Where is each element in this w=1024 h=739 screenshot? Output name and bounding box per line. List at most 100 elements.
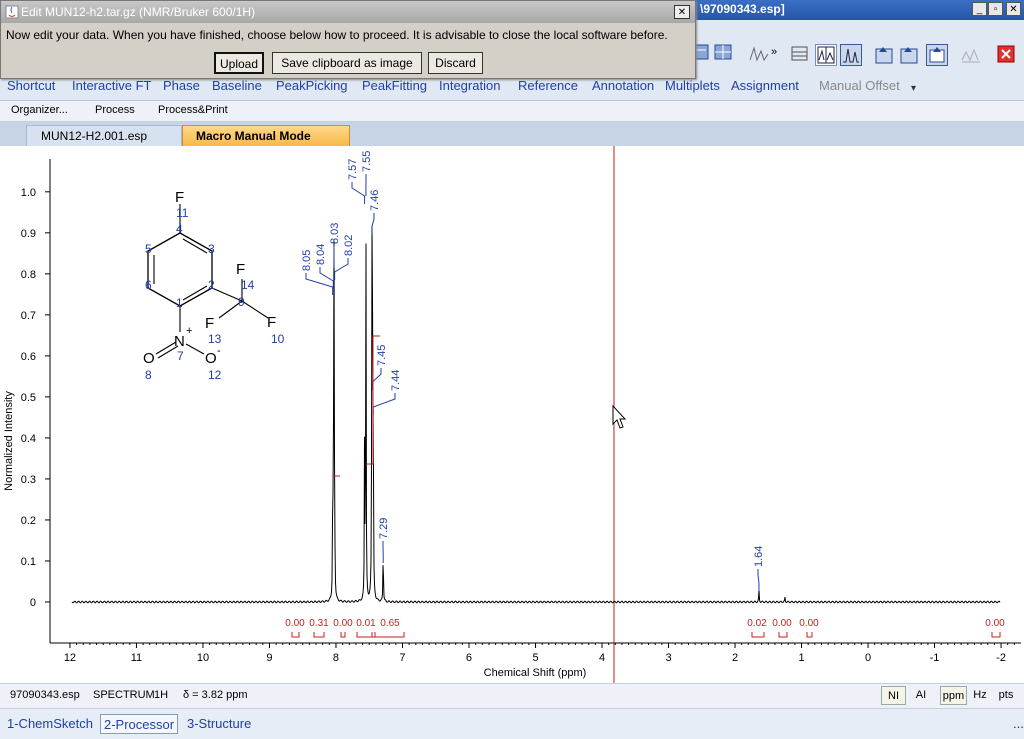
task-structure[interactable]: 3-Structure <box>184 714 254 734</box>
menu-annotation[interactable]: Annotation <box>592 78 654 93</box>
atom-number: 2 <box>208 278 215 292</box>
hz-toggle[interactable]: Hz <box>970 686 990 705</box>
integral-value: 0.31 <box>309 618 329 629</box>
tab-document[interactable]: MUN12-H2.001.esp <box>26 125 182 146</box>
maximize-button[interactable]: ▫ <box>988 2 1003 16</box>
molecule-structure: F 11 4 3 5 6 2 1 F 14 9 F F 13 10 N + 7 … <box>143 189 285 382</box>
menu-integration[interactable]: Integration <box>439 78 500 93</box>
disabled-tool-icon <box>960 44 982 66</box>
peak-label: 7.45 <box>376 345 388 366</box>
integral-value: 0.00 <box>985 618 1005 629</box>
pts-toggle[interactable]: pts <box>994 686 1018 705</box>
x-tick-label: 8 <box>333 652 339 664</box>
stack-icon[interactable] <box>898 44 920 66</box>
process-button[interactable]: Process <box>95 104 135 116</box>
menu-multiplets[interactable]: Multiplets <box>665 78 720 93</box>
integral-value: 0.65 <box>380 618 400 629</box>
task-processor[interactable]: 2-Processor <box>100 714 178 734</box>
integral-value: 0.00 <box>799 618 819 629</box>
menu-reference[interactable]: Reference <box>518 78 578 93</box>
x-tick-label: 3 <box>665 652 671 664</box>
menu-peakfitting[interactable]: PeakFitting <box>362 78 427 93</box>
menu-more-icon[interactable]: ▾ <box>911 83 916 94</box>
menu-manual-offset[interactable]: Manual Offset <box>819 78 900 93</box>
ai-toggle[interactable]: AI <box>910 686 932 705</box>
atom-number: 3 <box>208 242 215 256</box>
menu-phase[interactable]: Phase <box>163 78 200 93</box>
atom-f: F <box>175 189 184 206</box>
atom-number: 10 <box>271 332 285 346</box>
close-document-icon[interactable] <box>997 45 1015 63</box>
status-delta: δ = 3.82 ppm <box>183 689 248 701</box>
atom-number: 9 <box>238 295 245 309</box>
y-tick-label: 0.9 <box>21 228 36 240</box>
x-tick-label: 1 <box>798 652 804 664</box>
split-view-icon[interactable] <box>815 44 837 66</box>
integral-bracket <box>292 632 299 637</box>
integral-bracket <box>752 632 764 637</box>
menu-baseline[interactable]: Baseline <box>212 78 262 93</box>
menu-interactive-ft[interactable]: Interactive FT <box>72 78 151 93</box>
menu-peakpicking[interactable]: PeakPicking <box>276 78 348 93</box>
integral-value: 0.00 <box>333 618 353 629</box>
peak-label: 1.64 <box>753 546 765 567</box>
ppm-toggle[interactable]: ppm <box>940 686 967 705</box>
grid-view-icon[interactable] <box>713 42 735 64</box>
atom-o: O <box>143 350 155 367</box>
organizer-button[interactable]: Organizer... <box>11 104 68 116</box>
peak-label: 7.55 <box>361 151 373 172</box>
peak-tool-icon[interactable] <box>748 42 770 64</box>
spectrum-view-icon[interactable] <box>840 44 862 66</box>
peak-leader <box>373 393 395 415</box>
close-app-button[interactable]: ✕ <box>1006 2 1021 16</box>
peak-leader <box>352 182 365 204</box>
atom-number: 5 <box>145 242 152 256</box>
integral-bracket <box>779 632 787 637</box>
manual-mode-icon[interactable] <box>926 44 948 66</box>
atom-o: O <box>205 350 217 367</box>
task-bar: 1-ChemSketch 2-Processor 3-Structure ... <box>0 708 1024 739</box>
sub-toolbar: Organizer... Process Process&Print <box>0 101 1024 122</box>
integral-value: 0.02 <box>747 618 767 629</box>
atom-number: 8 <box>145 368 152 382</box>
dialog-close-button[interactable]: ✕ <box>674 5 690 19</box>
spectrum-plot[interactable]: 1211109876543210-1-200.10.20.30.40.50.60… <box>0 146 1024 683</box>
spectrum-chart[interactable]: 1211109876543210-1-200.10.20.30.40.50.60… <box>0 146 1024 683</box>
menu-assignment[interactable]: Assignment <box>731 78 799 93</box>
tab-macro-manual-mode[interactable]: Macro Manual Mode <box>182 125 350 146</box>
status-file: 97090343.esp <box>10 689 80 701</box>
y-tick-label: 0.4 <box>21 433 36 445</box>
dialog-title-bar: Edit MUN12-h2.tar.gz (NMR/Bruker 600/1H)… <box>1 1 695 23</box>
overlay-icon[interactable] <box>873 44 895 66</box>
list-icon[interactable] <box>790 44 812 66</box>
integral-bracket <box>992 632 1000 637</box>
integral-bracket <box>372 632 404 637</box>
x-tick-label: 12 <box>64 652 76 664</box>
integral-value: 0.00 <box>285 618 305 629</box>
menu-shortcut[interactable]: Shortcut <box>7 78 55 93</box>
discard-button[interactable]: Discard <box>428 52 483 74</box>
process-print-button[interactable]: Process&Print <box>158 104 228 116</box>
ni-toggle[interactable]: NI <box>881 686 906 705</box>
minimize-button[interactable]: _ <box>972 2 987 16</box>
task-chemsketch[interactable]: 1-ChemSketch <box>4 714 96 734</box>
atom-number: 1 <box>176 296 183 310</box>
edit-dialog: Edit MUN12-h2.tar.gz (NMR/Bruker 600/1H)… <box>0 0 696 79</box>
y-tick-label: 0.8 <box>21 269 36 281</box>
x-tick-label: -1 <box>930 652 940 664</box>
atom-f: F <box>267 314 276 331</box>
peak-label: 7.29 <box>378 518 390 539</box>
upload-button[interactable]: Upload <box>214 52 264 74</box>
chevron-more-icon[interactable]: » <box>771 46 777 58</box>
x-tick-label: 4 <box>599 652 605 664</box>
y-tick-label: 0.3 <box>21 474 36 486</box>
save-clipboard-button[interactable]: Save clipboard as image <box>272 52 422 74</box>
y-tick-label: 1.0 <box>21 187 36 199</box>
atom-f: F <box>236 261 245 278</box>
status-bar: 97090343.esp SPECTRUM 1H δ = 3.82 ppm NI… <box>0 683 1024 708</box>
more-dots[interactable]: ... <box>1010 714 1024 734</box>
peak-label: 8.04 <box>315 244 327 265</box>
status-nucleus: 1H <box>154 689 168 701</box>
y-axis-label: Normalized Intensity <box>3 391 15 491</box>
charge-plus: + <box>186 325 192 337</box>
